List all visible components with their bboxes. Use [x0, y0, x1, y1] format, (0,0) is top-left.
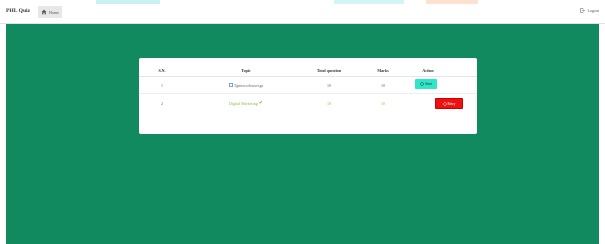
- row-sn: 2: [161, 100, 163, 106]
- start-label: Start: [425, 82, 432, 86]
- row-total-question: 10: [327, 82, 331, 88]
- top-navbar: PHL Quiz Home Logout: [0, 0, 605, 24]
- row-topic: Tgmtsvsdvsrsvsgs: [201, 77, 291, 93]
- topic-icon: [228, 83, 233, 87]
- check-icon: ✔: [258, 101, 263, 106]
- decorative-stripe: [96, 0, 160, 4]
- start-button[interactable]: Start: [415, 79, 437, 89]
- retry-label: Retry: [447, 101, 456, 106]
- logout-icon: [580, 8, 586, 13]
- row-sn: 1: [161, 82, 163, 88]
- logout-link[interactable]: Logout: [580, 8, 599, 13]
- brand-title: PHL Quiz: [6, 8, 31, 14]
- row-marks: 10: [381, 100, 385, 106]
- topic-text: Digital Marketing: [229, 100, 258, 106]
- header-sn: S.N.: [158, 67, 166, 73]
- topic-link[interactable]: Tgmtsvsdvsrsvsgs: [228, 82, 264, 88]
- refresh-icon: [442, 101, 447, 106]
- row-marks: 10: [381, 82, 385, 88]
- table-header: S.N. Topic Total question Marks Action: [139, 64, 477, 77]
- topic-text: Tgmtsvsdvsrsvsgs: [233, 82, 264, 88]
- logout-label: Logout: [587, 8, 599, 13]
- home-icon: [41, 9, 47, 15]
- decorative-stripe: [334, 0, 404, 4]
- refresh-icon: [420, 82, 424, 86]
- header-topic: Topic: [241, 67, 251, 73]
- home-label: Home: [49, 9, 59, 15]
- home-button[interactable]: Home: [38, 6, 62, 18]
- retry-button[interactable]: Retry: [435, 98, 463, 109]
- row-topic: Digital Marketing ✔: [201, 94, 291, 112]
- main-content: S.N. Topic Total question Marks Action 1…: [6, 24, 599, 244]
- header-action: Action: [422, 67, 434, 73]
- table-row: 1 Tgmtsvsdvsrsvsgs 10 10 Start: [139, 77, 477, 94]
- row-total-question: 10: [327, 100, 331, 106]
- table-row: 2 Digital Marketing ✔ 10 10 Retry: [139, 94, 477, 112]
- quiz-table-card: S.N. Topic Total question Marks Action 1…: [139, 58, 477, 134]
- decorative-stripe: [426, 0, 478, 4]
- header-total-question: Total question: [316, 67, 342, 73]
